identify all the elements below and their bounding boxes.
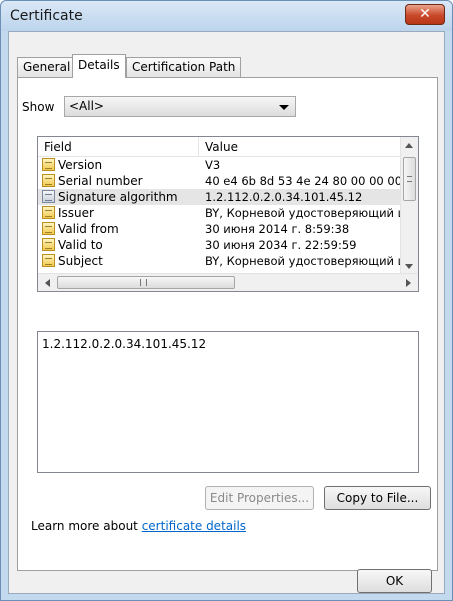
header-value[interactable]: Value — [205, 140, 238, 154]
certificate-field-icon — [42, 238, 55, 251]
field-rows: Version V3 Serial number 40 e4 6b 8d 53 … — [38, 157, 401, 269]
title-bar[interactable]: Certificate ✕ — [1, 1, 452, 31]
header-field[interactable]: Field — [44, 140, 72, 154]
certificate-field-icon — [42, 222, 55, 235]
scroll-up-arrow-icon[interactable] — [405, 143, 413, 148]
field-value: BY, Корневой удостоверяющий центр — [205, 254, 401, 268]
grip-icon — [140, 279, 147, 286]
show-selected-value: <All> — [69, 99, 104, 113]
field-name: Version — [58, 158, 103, 172]
field-name: Valid from — [58, 222, 119, 236]
table-row[interactable]: Issuer BY, Корневой удостоверяющий центр — [38, 205, 401, 221]
field-name: Serial number — [58, 174, 143, 188]
tab-details[interactable]: Details — [72, 54, 126, 78]
certificate-window: Certificate ✕ General Details Certificat… — [0, 0, 453, 601]
grip-icon — [407, 176, 412, 182]
learn-more-text: Learn more about certificate details — [31, 519, 246, 533]
field-value: V3 — [205, 158, 221, 172]
chevron-down-icon — [279, 105, 289, 110]
close-button[interactable]: ✕ — [405, 4, 445, 25]
horizontal-scrollbar[interactable] — [38, 273, 418, 291]
certificate-field-icon — [42, 174, 55, 187]
close-icon: ✕ — [419, 6, 431, 22]
show-label-text: Show — [22, 100, 55, 114]
table-row[interactable]: Valid to 30 июня 2034 г. 22:59:59 — [38, 237, 401, 253]
certificate-field-icon — [42, 158, 55, 171]
header-divider[interactable] — [198, 137, 199, 157]
vertical-scroll-thumb[interactable] — [403, 157, 416, 201]
field-list[interactable]: Field Value Version V3 Serial number 40 … — [37, 136, 419, 292]
field-value: 30 июня 2034 г. 22:59:59 — [205, 238, 357, 252]
certificate-field-icon — [42, 254, 55, 267]
certificate-field-icon — [42, 206, 55, 219]
window-title: Certificate — [10, 8, 83, 24]
learn-more-prefix: Learn more about — [31, 519, 142, 533]
edit-properties-button[interactable]: Edit Properties... — [205, 486, 314, 510]
scroll-down-arrow-icon[interactable] — [405, 264, 413, 269]
horizontal-scroll-thumb[interactable] — [57, 276, 235, 289]
field-name: Signature algorithm — [58, 190, 178, 204]
table-row[interactable]: Version V3 — [38, 157, 401, 173]
field-value: BY, Корневой удостоверяющий центр — [205, 206, 401, 220]
field-name: Valid to — [58, 238, 103, 252]
table-row[interactable]: Serial number 40 e4 6b 8d 53 4e 24 80 00… — [38, 173, 401, 189]
field-name: Issuer — [58, 206, 94, 220]
show-dropdown[interactable]: <All> — [64, 96, 296, 117]
list-header: Field Value — [38, 137, 401, 157]
dialog-client-area: General Details Certification Path Show … — [8, 31, 445, 594]
vertical-scrollbar[interactable] — [400, 137, 418, 274]
certificate-field-icon — [42, 190, 55, 203]
ok-button[interactable]: OK — [357, 569, 432, 593]
table-row[interactable]: Valid from 30 июня 2014 г. 8:59:38 — [38, 221, 401, 237]
show-label: Show — [22, 99, 54, 115]
tab-certification-path[interactable]: Certification Path — [126, 57, 242, 77]
certificate-details-link[interactable]: certificate details — [142, 519, 246, 533]
field-detail-textbox[interactable]: 1.2.112.0.2.0.34.101.45.12 — [37, 331, 419, 473]
field-value: 1.2.112.0.2.0.34.101.45.12 — [205, 190, 363, 204]
scroll-left-arrow-icon[interactable] — [45, 279, 50, 287]
field-name: Subject — [58, 254, 103, 268]
field-value: 30 июня 2014 г. 8:59:38 — [205, 222, 350, 236]
table-row[interactable]: Subject BY, Корневой удостоверяющий цент… — [38, 253, 401, 269]
tab-general[interactable]: General — [17, 57, 77, 77]
table-row-selected[interactable]: Signature algorithm 1.2.112.0.2.0.34.101… — [38, 189, 401, 205]
field-value: 40 e4 6b 8d 53 4e 24 80 00 00 00 02 — [205, 174, 401, 188]
copy-to-file-button[interactable]: Copy to File... — [324, 486, 431, 510]
scroll-right-arrow-icon[interactable] — [406, 279, 411, 287]
